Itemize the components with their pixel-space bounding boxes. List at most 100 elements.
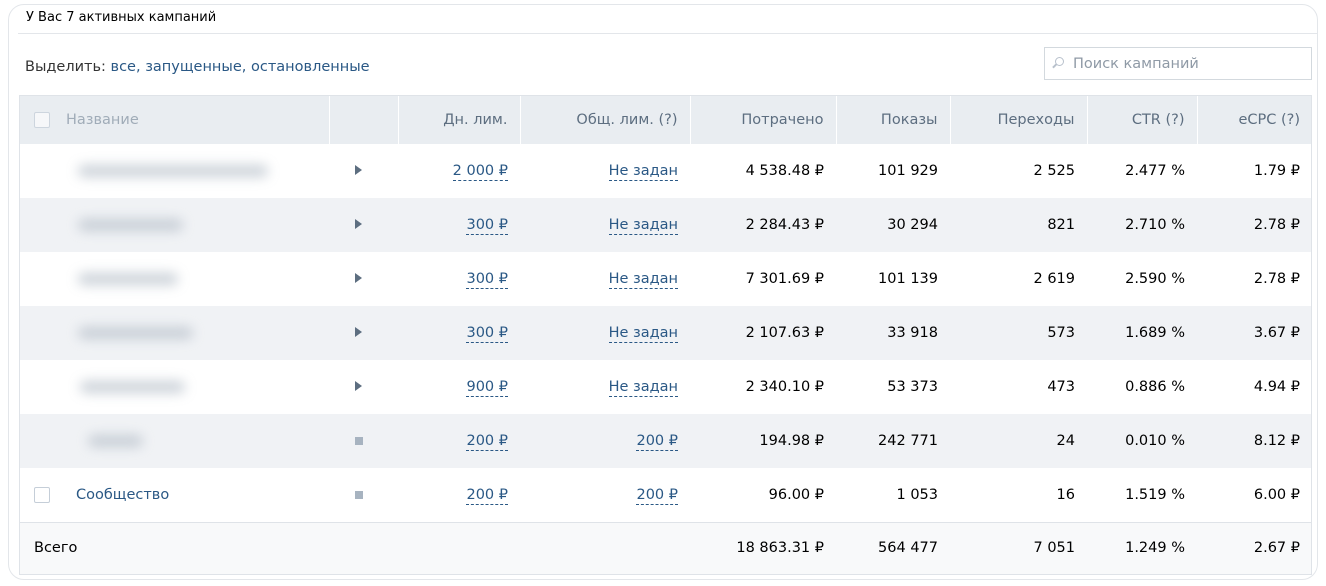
total-limit-link[interactable]: 200 ₽ [636, 433, 678, 451]
total-ecpc: 2.67 ₽ [1253, 540, 1300, 557]
day-limit-link[interactable]: 200 ₽ [466, 433, 508, 451]
impressions-cell: 242 771 [878, 433, 938, 449]
column-header-ecpc[interactable]: eCPC (?) [1196, 95, 1312, 144]
ctr-cell: 0.886 % [1125, 379, 1185, 395]
ctr-cell: 2.477 % [1125, 163, 1185, 179]
ecpc-cell: 4.94 ₽ [1253, 379, 1300, 395]
total-limit-link[interactable]: Не задан [608, 271, 678, 289]
spent-cell: 2 340.10 ₽ [745, 379, 824, 395]
play-icon[interactable] [355, 327, 362, 337]
total-limit-link[interactable]: Не задан [608, 163, 678, 181]
clicks-cell: 573 [1047, 325, 1075, 341]
stop-icon[interactable] [355, 437, 363, 445]
column-header-ctr[interactable]: CTR (?) [1086, 95, 1197, 144]
spent-cell: 2 284.43 ₽ [745, 217, 824, 233]
clicks-cell: 16 [1056, 486, 1075, 503]
clicks-cell: 2 525 [1033, 163, 1075, 179]
ecpc-cell: 3.67 ₽ [1253, 325, 1300, 341]
table-row: 300 ₽ Не задан 2 284.43 ₽ 30 294 821 2.7… [19, 198, 1312, 252]
impressions-cell: 101 929 [878, 163, 938, 179]
selection-filter: Выделить: все, запущенные, остановленные [25, 59, 370, 75]
campaign-name[interactable] [66, 306, 329, 360]
total-limit-link[interactable]: Не задан [608, 217, 678, 235]
campaign-name[interactable] [66, 414, 329, 468]
filter-stopped-link[interactable]: остановленные [251, 59, 370, 75]
column-header-spent[interactable]: Потрачено [689, 95, 836, 144]
impressions-cell: 30 294 [887, 217, 938, 233]
spent-cell: 4 538.48 ₽ [745, 163, 824, 179]
ecpc-cell: 2.78 ₽ [1253, 271, 1300, 287]
ctr-cell: 1.689 % [1125, 325, 1185, 341]
impressions-cell: 33 918 [887, 325, 938, 341]
page-title: У Вас 7 активных кампаний [26, 10, 217, 25]
clicks-cell: 473 [1047, 379, 1075, 395]
ctr-cell: 0.010 % [1125, 433, 1185, 449]
play-icon[interactable] [355, 381, 362, 391]
spent-cell: 194.98 ₽ [759, 433, 824, 449]
campaigns-table: Название Дн. лим. Общ. лим. (?) Потрачен… [19, 95, 1312, 574]
play-icon[interactable] [355, 165, 362, 175]
day-limit-link[interactable]: 200 ₽ [466, 486, 508, 505]
table-header-row: Название Дн. лим. Общ. лим. (?) Потрачен… [19, 95, 1312, 144]
column-header-name[interactable]: Название [66, 95, 329, 144]
column-header-status [328, 95, 398, 144]
header-checkbox-cell [19, 95, 66, 144]
total-impressions: 564 477 [878, 540, 938, 557]
impressions-cell: 101 139 [878, 271, 938, 287]
filter-running-link[interactable]: запущенные [145, 59, 242, 75]
total-limit-link[interactable]: Не задан [608, 325, 678, 343]
play-icon[interactable] [355, 273, 362, 283]
column-header-clicks[interactable]: Переходы [949, 95, 1087, 144]
day-limit-link[interactable]: 900 ₽ [466, 379, 508, 397]
campaign-name[interactable] [66, 144, 329, 198]
total-spent: 18 863.31 ₽ [736, 540, 824, 557]
table-row: 300 ₽ Не задан 2 107.63 ₽ 33 918 573 1.6… [19, 306, 1312, 360]
campaign-name[interactable]: Сообщество [76, 487, 169, 503]
column-header-day-limit[interactable]: Дн. лим. [397, 95, 520, 144]
table-row: Сообщество 200 ₽ 200 ₽ 96.00 ₽ 1 053 16 … [19, 468, 1312, 522]
table-row: 300 ₽ Не задан 7 301.69 ₽ 101 139 2 619 … [19, 252, 1312, 306]
table-row: 200 ₽ 200 ₽ 194.98 ₽ 242 771 24 0.010 % … [19, 414, 1312, 468]
campaign-name[interactable] [66, 360, 329, 414]
search-icon [1055, 57, 1064, 66]
total-limit-link[interactable]: 200 ₽ [636, 486, 678, 505]
total-limit-link[interactable]: Не задан [608, 379, 678, 397]
spent-cell: 96.00 ₽ [768, 486, 824, 503]
campaign-name[interactable] [66, 252, 329, 306]
row-checkbox[interactable] [34, 486, 50, 503]
spent-cell: 2 107.63 ₽ [745, 325, 824, 341]
day-limit-link[interactable]: 300 ₽ [466, 271, 508, 289]
clicks-cell: 2 619 [1033, 271, 1075, 287]
filter-all-link[interactable]: все [111, 59, 136, 75]
ctr-cell: 1.519 % [1125, 486, 1185, 503]
divider [18, 33, 1318, 34]
impressions-cell: 53 373 [887, 379, 938, 395]
ecpc-cell: 1.79 ₽ [1253, 163, 1300, 179]
campaign-name[interactable] [66, 198, 329, 252]
column-header-impressions[interactable]: Показы [835, 95, 950, 144]
table-row: 2 000 ₽ Не задан 4 538.48 ₽ 101 929 2 52… [19, 144, 1312, 198]
ctr-cell: 2.590 % [1125, 271, 1185, 287]
ecpc-cell: 6.00 ₽ [1253, 486, 1300, 503]
play-icon[interactable] [355, 219, 362, 229]
spent-cell: 7 301.69 ₽ [745, 271, 824, 287]
ecpc-cell: 8.12 ₽ [1253, 433, 1300, 449]
ecpc-cell: 2.78 ₽ [1253, 217, 1300, 233]
day-limit-link[interactable]: 2 000 ₽ [452, 163, 508, 181]
clicks-cell: 821 [1047, 217, 1075, 233]
total-ctr: 1.249 % [1125, 540, 1185, 557]
day-limit-link[interactable]: 300 ₽ [466, 217, 508, 235]
select-all-checkbox[interactable] [34, 111, 50, 128]
search-input[interactable] [1073, 54, 1303, 74]
total-clicks: 7 051 [1033, 540, 1075, 557]
filter-label: Выделить: [25, 59, 106, 75]
table-row: 900 ₽ Не задан 2 340.10 ₽ 53 373 473 0.8… [19, 360, 1312, 414]
totals-label: Всего [34, 540, 78, 557]
day-limit-link[interactable]: 300 ₽ [466, 325, 508, 343]
search-box[interactable] [1044, 47, 1312, 80]
totals-row: Всего 18 863.31 ₽ 564 477 7 051 1.249 % … [19, 522, 1312, 574]
clicks-cell: 24 [1056, 433, 1075, 449]
column-header-total-limit[interactable]: Общ. лим. (?) [519, 95, 690, 144]
stop-icon[interactable] [355, 490, 363, 499]
ctr-cell: 2.710 % [1125, 217, 1185, 233]
